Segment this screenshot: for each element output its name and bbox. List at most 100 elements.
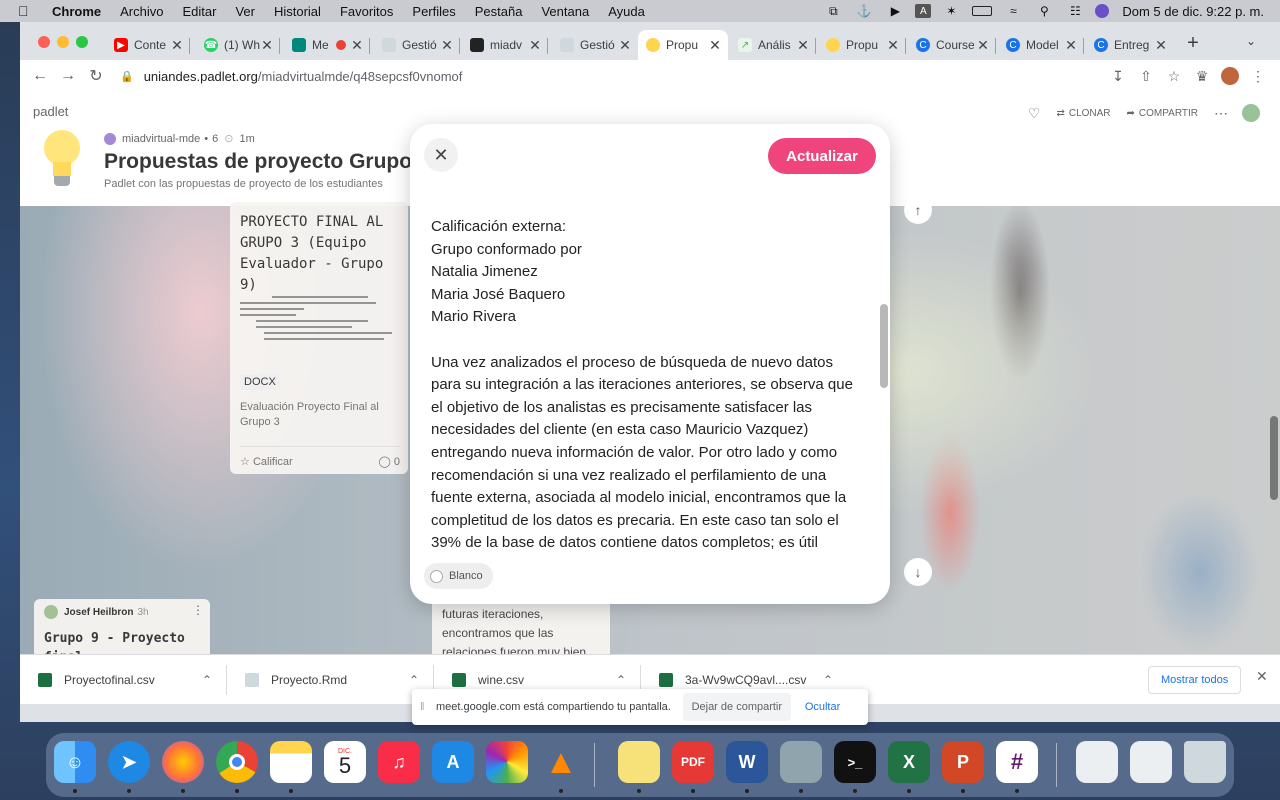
battery-icon[interactable] bbox=[971, 4, 993, 18]
trash-icon[interactable] bbox=[1184, 741, 1226, 783]
terminal-icon[interactable]: >_ bbox=[834, 741, 876, 783]
documents-stack-icon[interactable] bbox=[1076, 741, 1118, 783]
control-center-icon[interactable]: ☷ bbox=[1064, 4, 1086, 18]
menu-archivo[interactable]: Archivo bbox=[120, 4, 163, 19]
tab-coursera[interactable]: C Course ✕ bbox=[908, 30, 996, 60]
tab-analisis[interactable]: ↗ Anális ✕ bbox=[730, 30, 816, 60]
tab-meet[interactable]: Me ✕ bbox=[284, 30, 370, 60]
window-close-button[interactable] bbox=[38, 36, 50, 48]
chevron-up-icon[interactable]: ⌃ bbox=[611, 673, 631, 687]
safari-icon[interactable]: ➤ bbox=[108, 741, 150, 783]
menu-app-name[interactable]: Chrome bbox=[52, 4, 101, 19]
download-item[interactable]: Proyecto.Rmd ⌃ bbox=[227, 655, 434, 705]
new-tab-plus-icon[interactable]: + bbox=[1182, 32, 1204, 54]
tab-close-icon[interactable]: ✕ bbox=[976, 37, 990, 54]
drag-handle-icon[interactable]: ‖ bbox=[420, 701, 430, 713]
apple-menu-icon[interactable]:  bbox=[18, 3, 38, 19]
chevron-up-icon[interactable]: ⌃ bbox=[404, 673, 424, 687]
wifi-icon[interactable]: ≈ bbox=[1002, 4, 1024, 18]
share-page-icon[interactable]: ⇧ bbox=[1132, 64, 1160, 88]
tab-close-icon[interactable]: ✕ bbox=[708, 37, 722, 54]
show-all-downloads-button[interactable]: Mostrar todos bbox=[1148, 666, 1242, 694]
tab-model[interactable]: C Model ✕ bbox=[998, 30, 1084, 60]
tab-search-chevron-icon[interactable]: ⌄ bbox=[1246, 34, 1256, 48]
spotlight-search-icon[interactable]: ⚲ bbox=[1033, 4, 1055, 18]
tab-close-icon[interactable]: ✕ bbox=[1154, 37, 1168, 54]
update-button[interactable]: Actualizar bbox=[768, 138, 876, 174]
menubar-clock[interactable]: Dom 5 de dic. 9:22 p. m. bbox=[1122, 4, 1264, 19]
tab-entrega[interactable]: C Entreg ✕ bbox=[1086, 30, 1174, 60]
close-downloads-icon[interactable]: ✕ bbox=[1256, 668, 1268, 685]
menu-perfiles[interactable]: Perfiles bbox=[412, 4, 455, 19]
menu-pestana[interactable]: Pestaña bbox=[475, 4, 523, 19]
previous-post-arrow-icon[interactable]: ↑ bbox=[904, 196, 932, 224]
notes-icon[interactable] bbox=[270, 741, 312, 783]
install-app-icon[interactable]: ↧ bbox=[1104, 64, 1132, 88]
excel-icon[interactable]: X bbox=[888, 741, 930, 783]
bluetooth-icon[interactable]: ✶ bbox=[940, 4, 962, 18]
post-editor-body[interactable]: Calificación externa: Grupo conformado p… bbox=[431, 216, 863, 550]
tab-gestion-2[interactable]: Gestió ✕ bbox=[552, 30, 638, 60]
screen-share-icon[interactable]: ⧉ bbox=[822, 4, 844, 18]
powerpoint-icon[interactable]: P bbox=[942, 741, 984, 783]
tab-close-icon[interactable]: ✕ bbox=[886, 37, 900, 54]
bookmark-star-icon[interactable]: ☆ bbox=[1160, 64, 1188, 88]
page-scrollbar[interactable] bbox=[1270, 416, 1278, 500]
finder-icon[interactable]: ☺ bbox=[54, 741, 96, 783]
back-arrow-icon[interactable]: ← bbox=[26, 62, 54, 90]
slack-icon[interactable]: # bbox=[996, 741, 1038, 783]
pdf-expert-icon[interactable]: PDF bbox=[672, 741, 714, 783]
lock-icon[interactable]: 🔒 bbox=[120, 70, 134, 83]
tab-close-icon[interactable]: ✕ bbox=[1064, 37, 1078, 54]
tab-miadv[interactable]: miadv ✕ bbox=[462, 30, 548, 60]
firefox-icon[interactable] bbox=[162, 741, 204, 783]
chevron-up-icon[interactable]: ⌃ bbox=[818, 673, 838, 687]
word-icon[interactable]: W bbox=[726, 741, 768, 783]
vlc-icon[interactable]: ▲ bbox=[540, 741, 582, 783]
music-icon[interactable]: ♫ bbox=[378, 741, 420, 783]
stickies-icon[interactable] bbox=[618, 741, 660, 783]
window-minimize-button[interactable] bbox=[57, 36, 69, 48]
app-store-icon[interactable]: A bbox=[432, 741, 474, 783]
download-item[interactable]: Proyectofinal.csv ⌃ bbox=[20, 655, 227, 705]
tab-close-icon[interactable]: ✕ bbox=[260, 37, 274, 54]
menu-favoritos[interactable]: Favoritos bbox=[340, 4, 393, 19]
forward-arrow-icon[interactable]: → bbox=[54, 62, 82, 90]
tab-whatsapp[interactable]: ☎ (1) Wh ✕ bbox=[196, 30, 280, 60]
calendar-icon[interactable]: DIC. 5 bbox=[324, 741, 366, 783]
tab-close-icon[interactable]: ✕ bbox=[796, 37, 810, 54]
post-color-picker[interactable]: Blanco bbox=[424, 563, 493, 589]
tab-youtube[interactable]: ▶ Conte ✕ bbox=[106, 30, 190, 60]
preview-icon[interactable] bbox=[780, 741, 822, 783]
editor-scrollbar[interactable] bbox=[880, 304, 888, 388]
downloads-stack-icon[interactable] bbox=[1130, 741, 1172, 783]
address-bar[interactable]: 🔒 uniandes.padlet.org /miadvirtualmde/q4… bbox=[118, 63, 1108, 89]
menu-ayuda[interactable]: Ayuda bbox=[608, 4, 645, 19]
docker-icon[interactable]: ⚓ bbox=[853, 4, 875, 18]
reload-icon[interactable]: ↻ bbox=[82, 62, 110, 90]
tab-close-icon[interactable]: ✕ bbox=[440, 37, 454, 54]
tab-gestion-1[interactable]: Gestió ✕ bbox=[374, 30, 460, 60]
close-icon[interactable]: ✕ bbox=[424, 138, 458, 172]
tab-close-icon[interactable]: ✕ bbox=[528, 37, 542, 54]
input-source-icon[interactable]: A bbox=[915, 4, 932, 18]
chrome-menu-icon[interactable]: ⋮ bbox=[1244, 64, 1272, 88]
menu-ver[interactable]: Ver bbox=[235, 4, 255, 19]
menu-historial[interactable]: Historial bbox=[274, 4, 321, 19]
chrome-icon[interactable] bbox=[216, 741, 258, 783]
siri-icon[interactable] bbox=[1095, 4, 1110, 18]
hide-notice-button[interactable]: Ocultar bbox=[805, 701, 840, 713]
play-icon[interactable]: ▶ bbox=[884, 4, 906, 18]
tab-propuestas-active[interactable]: Propu ✕ bbox=[638, 30, 728, 60]
menu-editar[interactable]: Editar bbox=[182, 4, 216, 19]
extensions-puzzle-icon[interactable]: ♛ bbox=[1188, 64, 1216, 88]
next-post-arrow-icon[interactable]: ↓ bbox=[904, 558, 932, 586]
photos-icon[interactable] bbox=[486, 741, 528, 783]
stop-sharing-button[interactable]: Dejar de compartir bbox=[682, 693, 791, 721]
tab-close-icon[interactable]: ✕ bbox=[170, 37, 184, 54]
menu-ventana[interactable]: Ventana bbox=[541, 4, 589, 19]
window-zoom-button[interactable] bbox=[76, 36, 88, 48]
profile-avatar[interactable] bbox=[1216, 64, 1244, 88]
tab-close-icon[interactable]: ✕ bbox=[350, 37, 364, 54]
tab-close-icon[interactable]: ✕ bbox=[618, 37, 632, 54]
